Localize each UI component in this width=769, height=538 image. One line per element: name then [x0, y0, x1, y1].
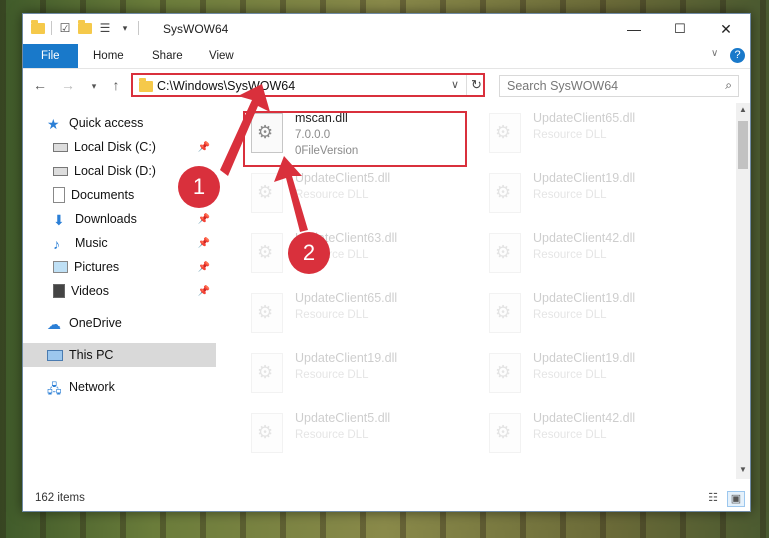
arrow-2-shape [274, 156, 308, 232]
annotation-arrows [220, 84, 308, 232]
callout-badge-1: 1 [178, 166, 220, 208]
arrow-1-shape [220, 84, 270, 176]
callout-badge-2: 2 [288, 232, 330, 274]
